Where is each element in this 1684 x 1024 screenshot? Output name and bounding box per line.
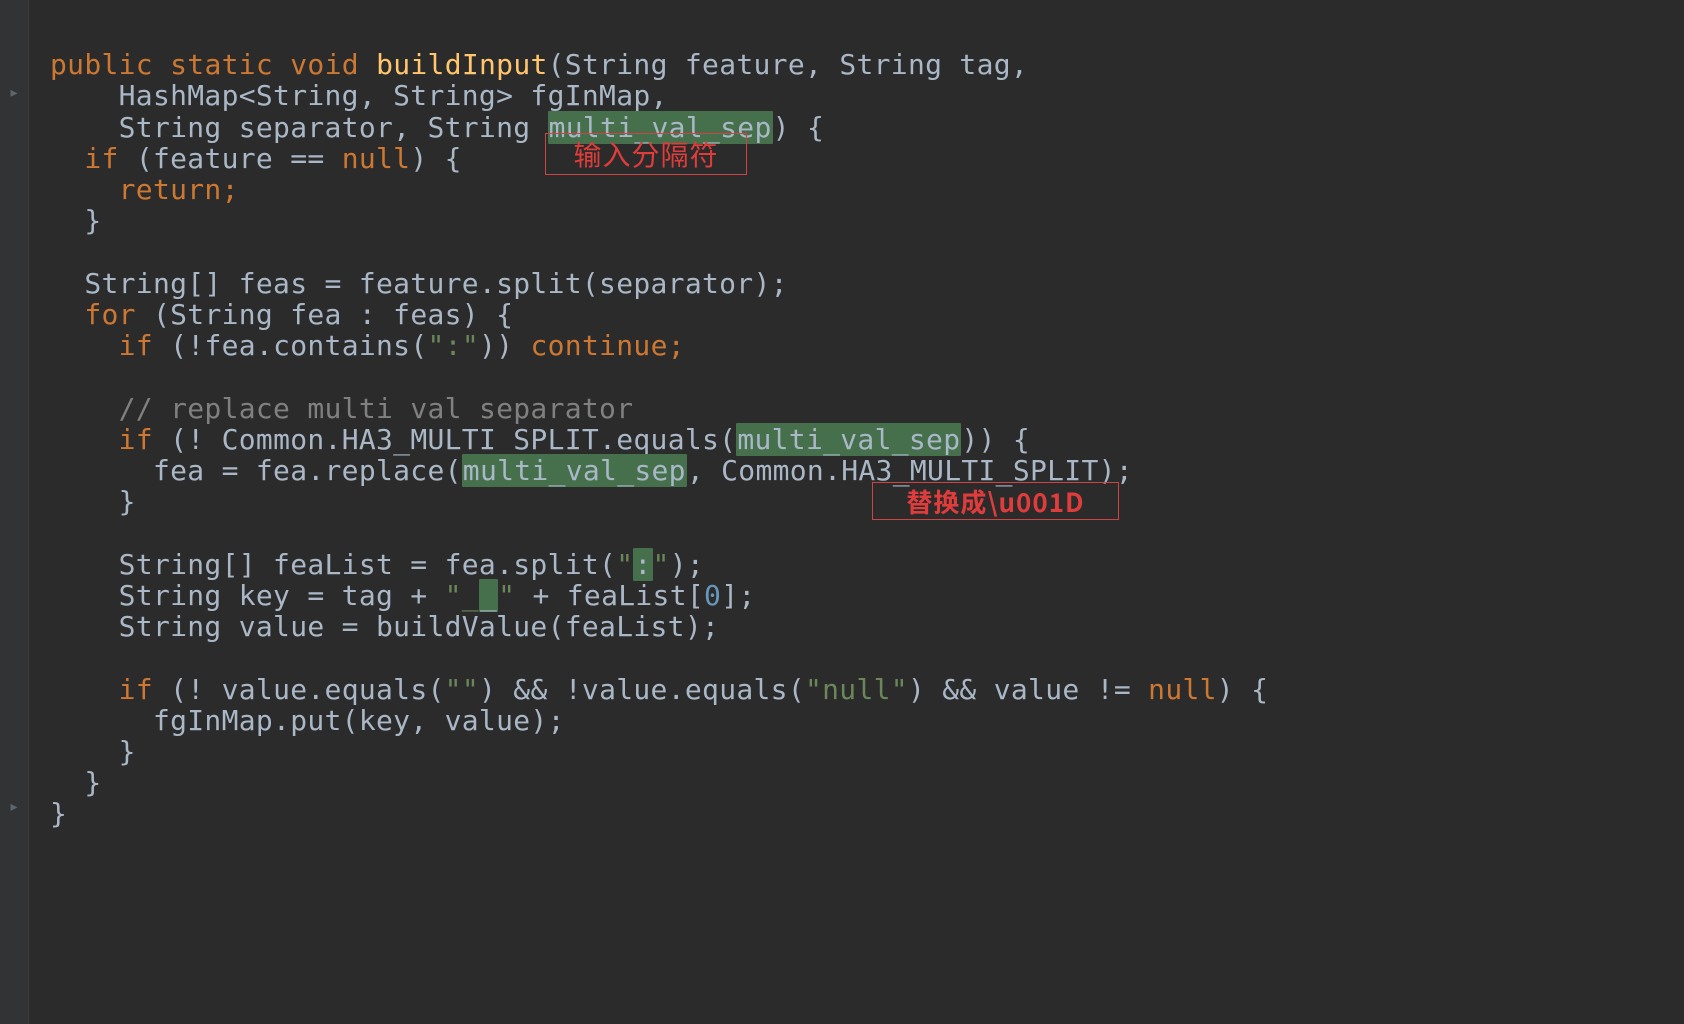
code-line: } (50, 735, 136, 768)
code-line: public static void buildInput(String fea… (50, 48, 1028, 81)
editor-gutter: ▸ ▸ (0, 0, 29, 1024)
code-line: } (50, 766, 101, 799)
code-line: if (feature == null) { (50, 142, 462, 175)
code-line: String[] feas = feature.split(separator)… (50, 267, 788, 300)
code-line: return; (50, 173, 239, 206)
code-line: if (!fea.contains(":")) continue; (50, 329, 685, 362)
highlight-identifier: multi_val_sep (736, 423, 961, 456)
code-line: if (! value.equals("") && !value.equals(… (50, 673, 1268, 706)
code-line: HashMap<String, String> fgInMap, (50, 79, 668, 112)
code-line: fgInMap.put(key, value); (50, 704, 565, 737)
code-line: if (! Common.HA3_MULTI_SPLIT.equals(mult… (50, 423, 1030, 456)
code-line: // replace multi val separator (50, 392, 633, 425)
code-line: String value = buildValue(feaList); (50, 610, 719, 643)
code-line: String separator, String multi_val_sep) … (50, 111, 824, 144)
code-line: for (String fea : feas) { (50, 298, 513, 331)
code-line: } (50, 204, 101, 237)
code-line: } (50, 485, 136, 518)
highlight-identifier: multi_val_sep (548, 111, 773, 144)
code-line: fea = fea.replace(multi_val_sep, Common.… (50, 454, 1133, 487)
gutter-fold-icon[interactable]: ▸ (6, 800, 22, 816)
code-editor[interactable]: public static void buildInput(String fea… (28, 0, 1684, 1024)
highlight-identifier: multi_val_sep (462, 454, 687, 487)
gutter-fold-icon[interactable]: ▸ (6, 86, 22, 102)
code-line: String[] feaList = fea.split(":"); (50, 548, 704, 581)
code-line: } (50, 797, 67, 830)
code-line: String key = tag + "__" + feaList[0]; (50, 579, 756, 612)
